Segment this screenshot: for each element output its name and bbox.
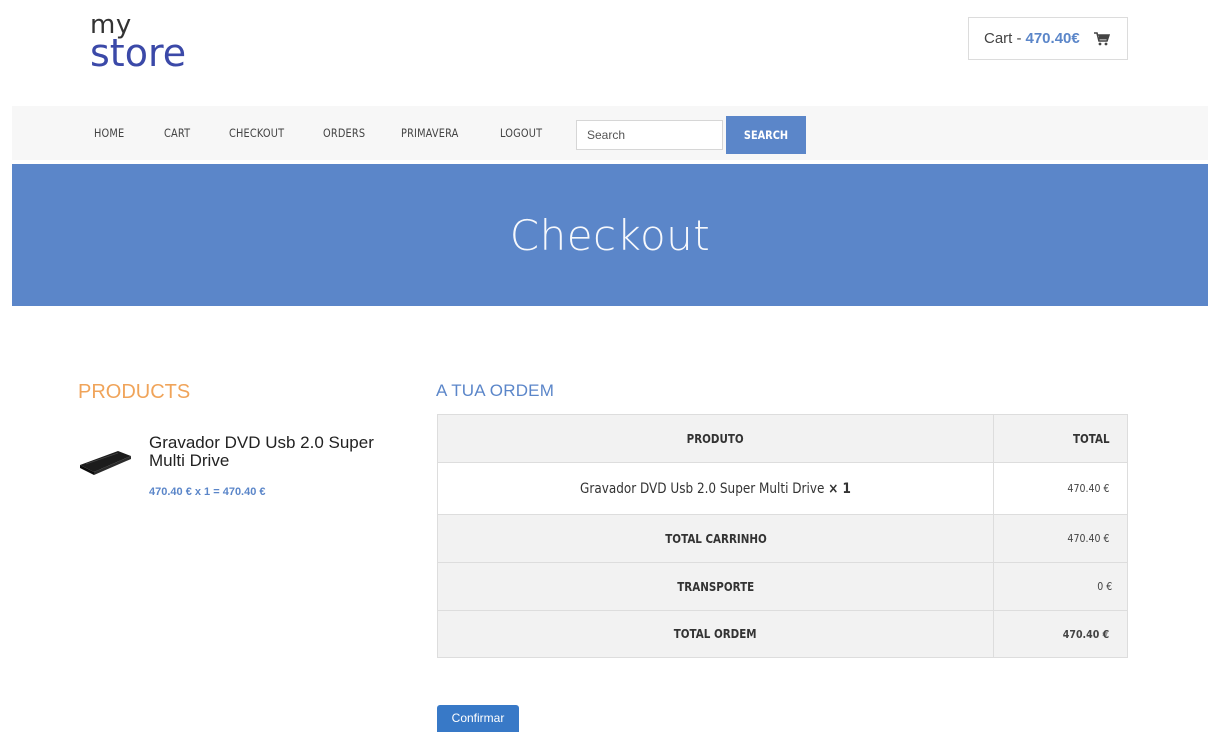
subtotal-value: 470.40 € (1067, 532, 1110, 545)
order-total-label: TOTAL ORDEM (674, 627, 758, 641)
shipping-label-cell: TRANSPORTE (436, 562, 995, 611)
product-price-line: 470.40 € x 1 = 470.40 € (149, 486, 266, 498)
header-total-label: TOTAL (1073, 431, 1111, 446)
order-item-cell: Gravador DVD Usb 2.0 Super Multi Drive ×… (436, 462, 995, 515)
shipping-value: 0 € (1096, 580, 1112, 593)
shipping-label: TRANSPORTE (677, 579, 755, 594)
search-button[interactable]: SEARCH (726, 116, 806, 154)
main-nav: HOME CART CHECKOUT ORDERS PRIMAVERA LOGO… (12, 106, 1208, 160)
nav-item-cart[interactable]: CART (164, 126, 190, 140)
subtotal-value-cell: 470.40 € (993, 514, 1128, 563)
dvd-drive-thumbnail[interactable] (78, 444, 132, 478)
order-total-value-cell: 470.40 € (993, 610, 1128, 658)
store-logo[interactable]: my store (90, 12, 186, 72)
order-heading: A TUA ORDEM (436, 381, 555, 400)
logo-line-store: store (90, 31, 187, 75)
subtotal-label: TOTAL CARRINHO (664, 531, 767, 546)
header-total: TOTAL (993, 414, 1128, 463)
nav-item-home[interactable]: HOME (94, 126, 124, 140)
cart-label: Cart - (984, 30, 1022, 47)
shipping-value-cell: 0 € (993, 562, 1128, 611)
table-row: TRANSPORTE 0 € (436, 562, 1128, 611)
table-header-row: PRODUTO TOTAL (436, 414, 1128, 463)
table-row: Gravador DVD Usb 2.0 Super Multi Drive ×… (436, 462, 1128, 515)
header-product: PRODUTO (436, 414, 995, 463)
table-row: TOTAL ORDEM 470.40 € (436, 610, 1128, 658)
order-table: PRODUTO TOTAL Gravador DVD Usb 2.0 Super… (436, 414, 1128, 658)
order-item-total-value: 470.40 € (1067, 482, 1110, 495)
nav-item-orders[interactable]: ORDERS (323, 126, 365, 140)
search-button-label: SEARCH (743, 128, 789, 142)
nav-item-primavera[interactable]: PRIMAVERA (401, 126, 459, 140)
page-title: Checkout (509, 210, 711, 260)
order-item-name: Gravador DVD Usb 2.0 Super Multi Drive (580, 481, 825, 497)
nav-item-checkout[interactable]: CHECKOUT (229, 126, 284, 140)
cart-summary-button[interactable]: Cart - 470.40€ (968, 17, 1128, 60)
order-item-qty: × 1 (828, 481, 852, 497)
cart-amount: 470.40€ (1025, 30, 1080, 47)
cart-icon (1093, 31, 1110, 45)
confirm-button[interactable]: Confirmar (437, 705, 519, 732)
search-input[interactable] (576, 120, 723, 150)
order-total-label-cell: TOTAL ORDEM (436, 610, 995, 658)
table-row: TOTAL CARRINHO 470.40 € (436, 514, 1128, 563)
order-total-value: 470.40 € (1062, 627, 1110, 641)
page-banner: Checkout (12, 164, 1208, 306)
order-item-total: 470.40 € (993, 462, 1128, 515)
products-heading: PRODUCTS (78, 381, 191, 403)
product-name[interactable]: Gravador DVD Usb 2.0 Super Multi Drive (149, 434, 409, 470)
header-product-label: PRODUTO (687, 431, 745, 446)
subtotal-label-cell: TOTAL CARRINHO (436, 514, 995, 563)
nav-item-logout[interactable]: LOGOUT (500, 126, 542, 140)
